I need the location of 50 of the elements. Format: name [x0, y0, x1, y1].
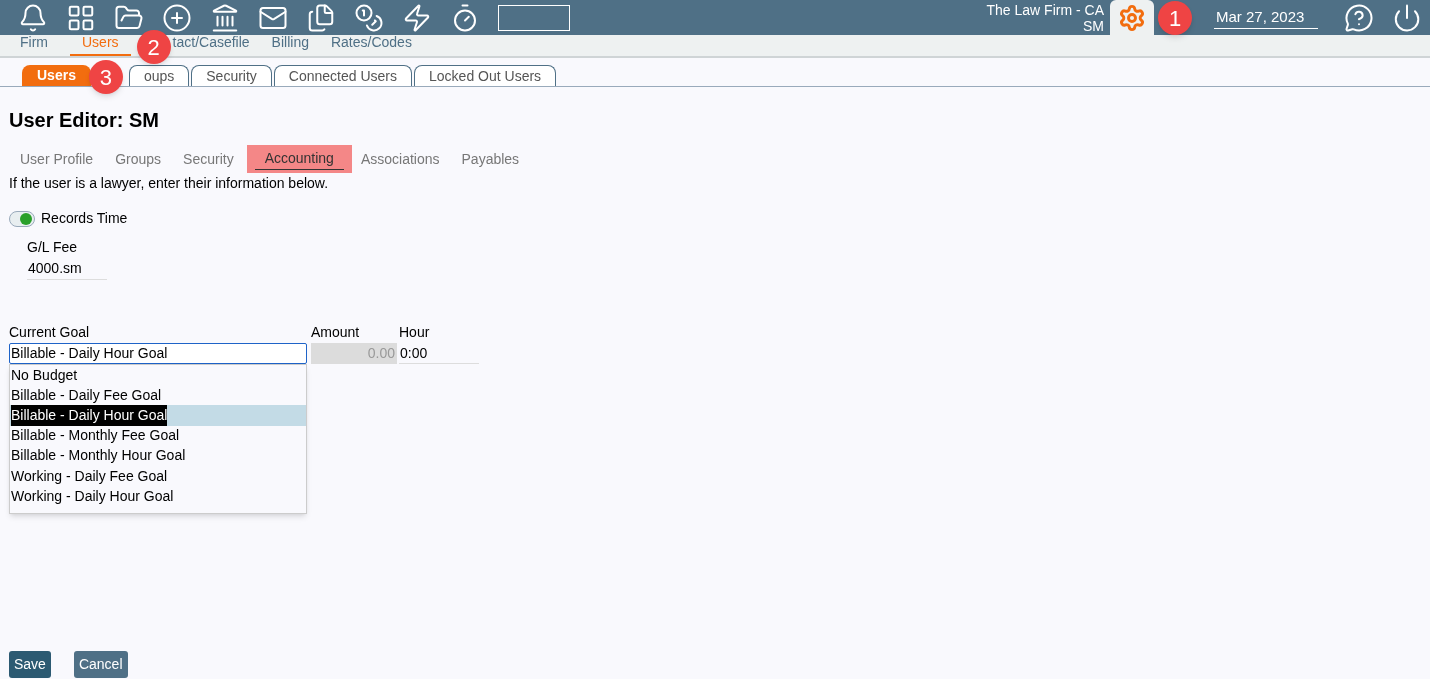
nav-tab[interactable]: Billing [271, 32, 309, 56]
section-tab[interactable]: Accounting [246, 145, 352, 173]
search-field[interactable] [498, 4, 570, 31]
field-label: Hour [399, 323, 431, 342]
tab[interactable]: Security [191, 65, 272, 86]
section-tab[interactable]: Associations [351, 145, 449, 173]
date-field[interactable]: Mar 27, 2023 [1214, 5, 1318, 30]
dropdown-option[interactable]: Working - Daily Hour Goal [10, 486, 306, 507]
dropdown-option[interactable]: Billable - Monthly Hour Goal [10, 445, 306, 466]
dropdown-option[interactable]: Working - Daily Fee Goal [10, 465, 306, 487]
goal-select[interactable]: Billable - Daily Hour Goal [9, 343, 307, 364]
help-icon[interactable] [1344, 2, 1374, 33]
power-icon[interactable] [1392, 2, 1422, 33]
tab[interactable]: Connected Users [273, 65, 413, 86]
tab[interactable]: Locked Out Users [414, 65, 557, 86]
intro-text: If the user is a lawyer, enter their information below. [9, 174, 330, 193]
settings-icon[interactable] [1110, 0, 1154, 35]
callout-badge: 1 [1158, 1, 1192, 35]
dropdown-option[interactable]: Billable - Daily Fee Goal [10, 385, 306, 406]
coins-icon[interactable] [354, 2, 384, 33]
field-label: Current Goal [9, 323, 91, 342]
dropdown-option[interactable]: Billable - Daily Hour Goal [10, 405, 306, 426]
field-label: G/L Fee [27, 238, 79, 257]
nav-tab[interactable]: Firm [20, 32, 48, 56]
hour-field[interactable]: 0:00 [399, 343, 479, 364]
firm-name: The Law Firm - CA [986, 1, 1104, 18]
section-tab[interactable]: User Profile [11, 145, 103, 173]
gl-fee-field[interactable]: 4000.sm [27, 258, 107, 280]
field-label: Amount [311, 323, 361, 342]
bell-icon[interactable] [18, 2, 48, 33]
cancel-button[interactable]: Cancel [73, 651, 128, 678]
bank-icon[interactable] [210, 2, 240, 33]
toggle-label: Records Time [41, 209, 128, 228]
save-button[interactable]: Save [9, 651, 51, 678]
dropdown-option[interactable]: No Budget [10, 365, 306, 386]
page-title: User Editor: SM [9, 108, 161, 133]
user-initials: SM [1083, 17, 1104, 34]
section-tab[interactable]: Groups [106, 145, 171, 173]
add-icon[interactable] [162, 2, 192, 33]
records-time-toggle[interactable] [9, 210, 35, 227]
tab[interactable]: oups [128, 65, 190, 86]
nav-tab[interactable]: tact/Casefile [172, 32, 250, 56]
section-tab[interactable]: Payables [452, 145, 529, 173]
callout-badge: 3 [88, 60, 123, 94]
section-tab[interactable]: Security [174, 145, 243, 173]
dropdown-option[interactable]: Billable - Monthly Fee Goal [10, 425, 306, 446]
lightning-icon[interactable] [402, 2, 432, 33]
callout-badge: 2 [136, 30, 171, 64]
documents-icon[interactable] [306, 2, 336, 33]
nav-tab[interactable]: Rates/Codes [330, 32, 412, 56]
